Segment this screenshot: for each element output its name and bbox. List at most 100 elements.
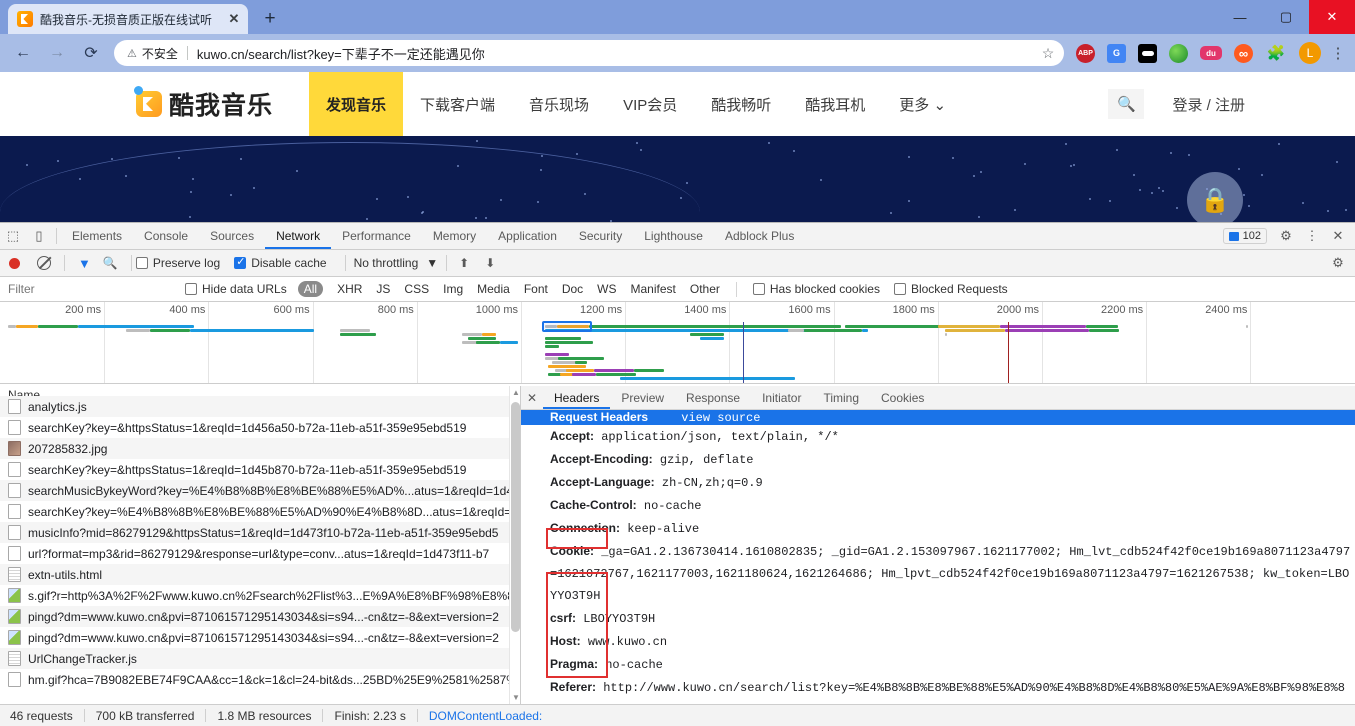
upload-har-icon[interactable]: ⬆ — [459, 256, 469, 270]
request-row[interactable]: searchKey?key=&httpsStatus=1&reqId=1d456… — [0, 417, 520, 438]
tab-adblock-plus[interactable]: Adblock Plus — [714, 223, 805, 249]
tab-console[interactable]: Console — [133, 223, 199, 249]
address-bar[interactable]: ⚠ 不安全 kuwo.cn/search/list?key=下辈子不一定还能遇见… — [114, 40, 1064, 66]
minimize-button[interactable]: — — [1217, 0, 1263, 34]
filter-type-ws[interactable]: WS — [597, 282, 616, 296]
detail-tab-cookies[interactable]: Cookies — [870, 386, 935, 409]
close-detail-icon[interactable]: ✕ — [521, 391, 543, 405]
headers-list[interactable]: Request Headers view source Accept: appl… — [521, 410, 1355, 704]
puzzle-icon[interactable]: 🧩 — [1266, 43, 1286, 63]
chrome-menu-icon[interactable]: ⋮ — [1327, 40, 1349, 66]
nav-item-vip[interactable]: VIP会员 — [606, 72, 694, 136]
filter-type-doc[interactable]: Doc — [562, 282, 583, 296]
site-logo[interactable]: 酷我音乐 — [136, 86, 273, 122]
detail-tab-preview[interactable]: Preview — [610, 386, 675, 409]
tab-lighthouse[interactable]: Lighthouse — [633, 223, 714, 249]
search-icon[interactable]: 🔍 — [1108, 89, 1144, 119]
devtools-more-icon[interactable]: ⋮ — [1299, 223, 1325, 249]
device-toolbar-icon[interactable]: ▯ — [26, 223, 52, 249]
network-overview-timeline[interactable]: 200 ms 400 ms 600 ms 800 ms 1000 ms 1200 ms 14… — [0, 302, 1355, 384]
scrollbar-thumb[interactable] — [511, 402, 520, 632]
inspect-element-icon[interactable]: ⬚ — [0, 223, 26, 249]
gear-icon[interactable]: ⚙ — [1273, 223, 1299, 249]
tab-security[interactable]: Security — [568, 223, 633, 249]
back-button[interactable]: ← — [8, 38, 38, 68]
star-icon[interactable]: ☆ — [1036, 41, 1060, 65]
scroll-up-arrow-icon[interactable]: ▲ — [512, 388, 520, 397]
throttling-select[interactable]: No throttling ▼ — [350, 256, 443, 270]
tab-performance[interactable]: Performance — [331, 223, 422, 249]
request-row[interactable]: url?format=mp3&rid=86279129&response=url… — [0, 543, 520, 564]
hide-data-urls-checkbox[interactable]: Hide data URLs — [185, 282, 287, 296]
new-tab-button[interactable]: + — [256, 5, 284, 33]
earth-extension-icon[interactable] — [1169, 44, 1188, 63]
request-row[interactable]: pingd?dm=www.kuwo.cn&pvi=871061571295143… — [0, 606, 520, 627]
search-icon[interactable]: 🔍 — [103, 256, 118, 270]
request-row[interactable]: 207285832.jpg — [0, 438, 520, 459]
detail-tab-response[interactable]: Response — [675, 386, 751, 409]
download-har-icon[interactable]: ⬇ — [485, 256, 495, 270]
request-row[interactable]: analytics.js — [0, 396, 520, 417]
detail-tab-headers[interactable]: Headers — [543, 386, 610, 409]
message-count-badge[interactable]: 102 — [1223, 228, 1267, 244]
filter-type-other[interactable]: Other — [690, 282, 720, 296]
scroll-down-arrow-icon[interactable]: ▼ — [512, 693, 520, 702]
timeline-selection[interactable] — [542, 321, 592, 332]
filter-type-xhr[interactable]: XHR — [337, 282, 362, 296]
filter-type-media[interactable]: Media — [477, 282, 510, 296]
request-row[interactable]: musicInfo?mid=86279129&httpsStatus=1&req… — [0, 522, 520, 543]
request-row[interactable]: searchMusicBykeyWord?key=%E4%B8%8B%E8%BE… — [0, 480, 520, 501]
tab-application[interactable]: Application — [487, 223, 568, 249]
filter-type-css[interactable]: CSS — [404, 282, 429, 296]
nav-item-live[interactable]: 音乐现场 — [512, 72, 606, 136]
preserve-log-checkbox[interactable]: Preserve log — [136, 256, 220, 270]
google-translate-icon[interactable]: G — [1107, 44, 1126, 63]
request-row[interactable]: hm.gif?hca=7B9082EBE74F9CAA&cc=1&ck=1&cl… — [0, 669, 520, 690]
close-window-button[interactable]: ✕ — [1309, 0, 1355, 34]
request-row[interactable]: s.gif?r=http%3A%2F%2Fwww.kuwo.cn%2Fsearc… — [0, 585, 520, 606]
request-row[interactable]: searchKey?key=&httpsStatus=1&reqId=1d45b… — [0, 459, 520, 480]
request-headers-section-row[interactable]: Request Headers view source — [521, 410, 1355, 425]
tab-memory[interactable]: Memory — [422, 223, 487, 249]
reload-button[interactable]: ⟳ — [76, 38, 106, 68]
nav-item-download-client[interactable]: 下载客户端 — [403, 72, 512, 136]
forward-button[interactable]: → — [42, 38, 72, 68]
baidu-extension-icon[interactable]: du — [1200, 46, 1222, 60]
nav-item-discover[interactable]: 发现音乐 — [309, 72, 403, 136]
request-row[interactable]: extn-utils.html — [0, 564, 520, 585]
request-row[interactable]: searchKey?key=%E4%B8%8B%E8%BE%88%E5%AD%9… — [0, 501, 520, 522]
maximize-button[interactable]: ▢ — [1263, 0, 1309, 34]
tab-close-icon[interactable]: ✕ — [226, 11, 242, 27]
infinity-newtab-icon[interactable] — [1234, 44, 1253, 63]
disable-cache-checkbox[interactable]: Disable cache — [234, 256, 326, 270]
record-button[interactable] — [9, 258, 20, 269]
filter-input[interactable] — [8, 282, 178, 296]
filter-type-js[interactable]: JS — [376, 282, 390, 296]
request-row[interactable]: UrlChangeTracker.js — [0, 648, 520, 669]
close-devtools-icon[interactable]: ✕ — [1325, 223, 1351, 249]
filter-type-all[interactable]: All — [298, 281, 323, 297]
dark-reader-icon[interactable] — [1138, 44, 1157, 63]
browser-tab[interactable]: 酷我音乐-无损音质正版在线试听 ✕ — [8, 4, 248, 34]
tab-sources[interactable]: Sources — [199, 223, 265, 249]
adblock-plus-icon[interactable]: ABP — [1076, 44, 1095, 63]
filter-type-img[interactable]: Img — [443, 282, 463, 296]
request-list[interactable]: analytics.js searchKey?key=&httpsStatus=1… — [0, 396, 520, 704]
funnel-filter-icon[interactable]: ▼ — [78, 256, 91, 271]
has-blocked-cookies-checkbox[interactable]: Has blocked cookies — [753, 282, 880, 296]
request-row[interactable]: pingd?dm=www.kuwo.cn&pvi=871061571295143… — [0, 627, 520, 648]
clear-icon[interactable] — [37, 256, 51, 270]
request-list-scrollbar[interactable]: ▲ ▼ — [509, 386, 520, 704]
filter-type-manifest[interactable]: Manifest — [631, 282, 676, 296]
blocked-requests-checkbox[interactable]: Blocked Requests — [894, 282, 1008, 296]
avatar[interactable]: L — [1299, 42, 1321, 64]
network-settings-gear-icon[interactable]: ⚙ — [1325, 250, 1351, 276]
detail-tab-timing[interactable]: Timing — [812, 386, 870, 409]
tab-network[interactable]: Network — [265, 223, 331, 249]
view-source-link[interactable]: view source — [681, 411, 760, 425]
detail-tab-initiator[interactable]: Initiator — [751, 386, 812, 409]
nav-item-more[interactable]: 更多 ⌄ — [882, 72, 963, 136]
tab-elements[interactable]: Elements — [61, 223, 133, 249]
nav-item-changting[interactable]: 酷我畅听 — [694, 72, 788, 136]
nav-item-headphones[interactable]: 酷我耳机 — [788, 72, 882, 136]
